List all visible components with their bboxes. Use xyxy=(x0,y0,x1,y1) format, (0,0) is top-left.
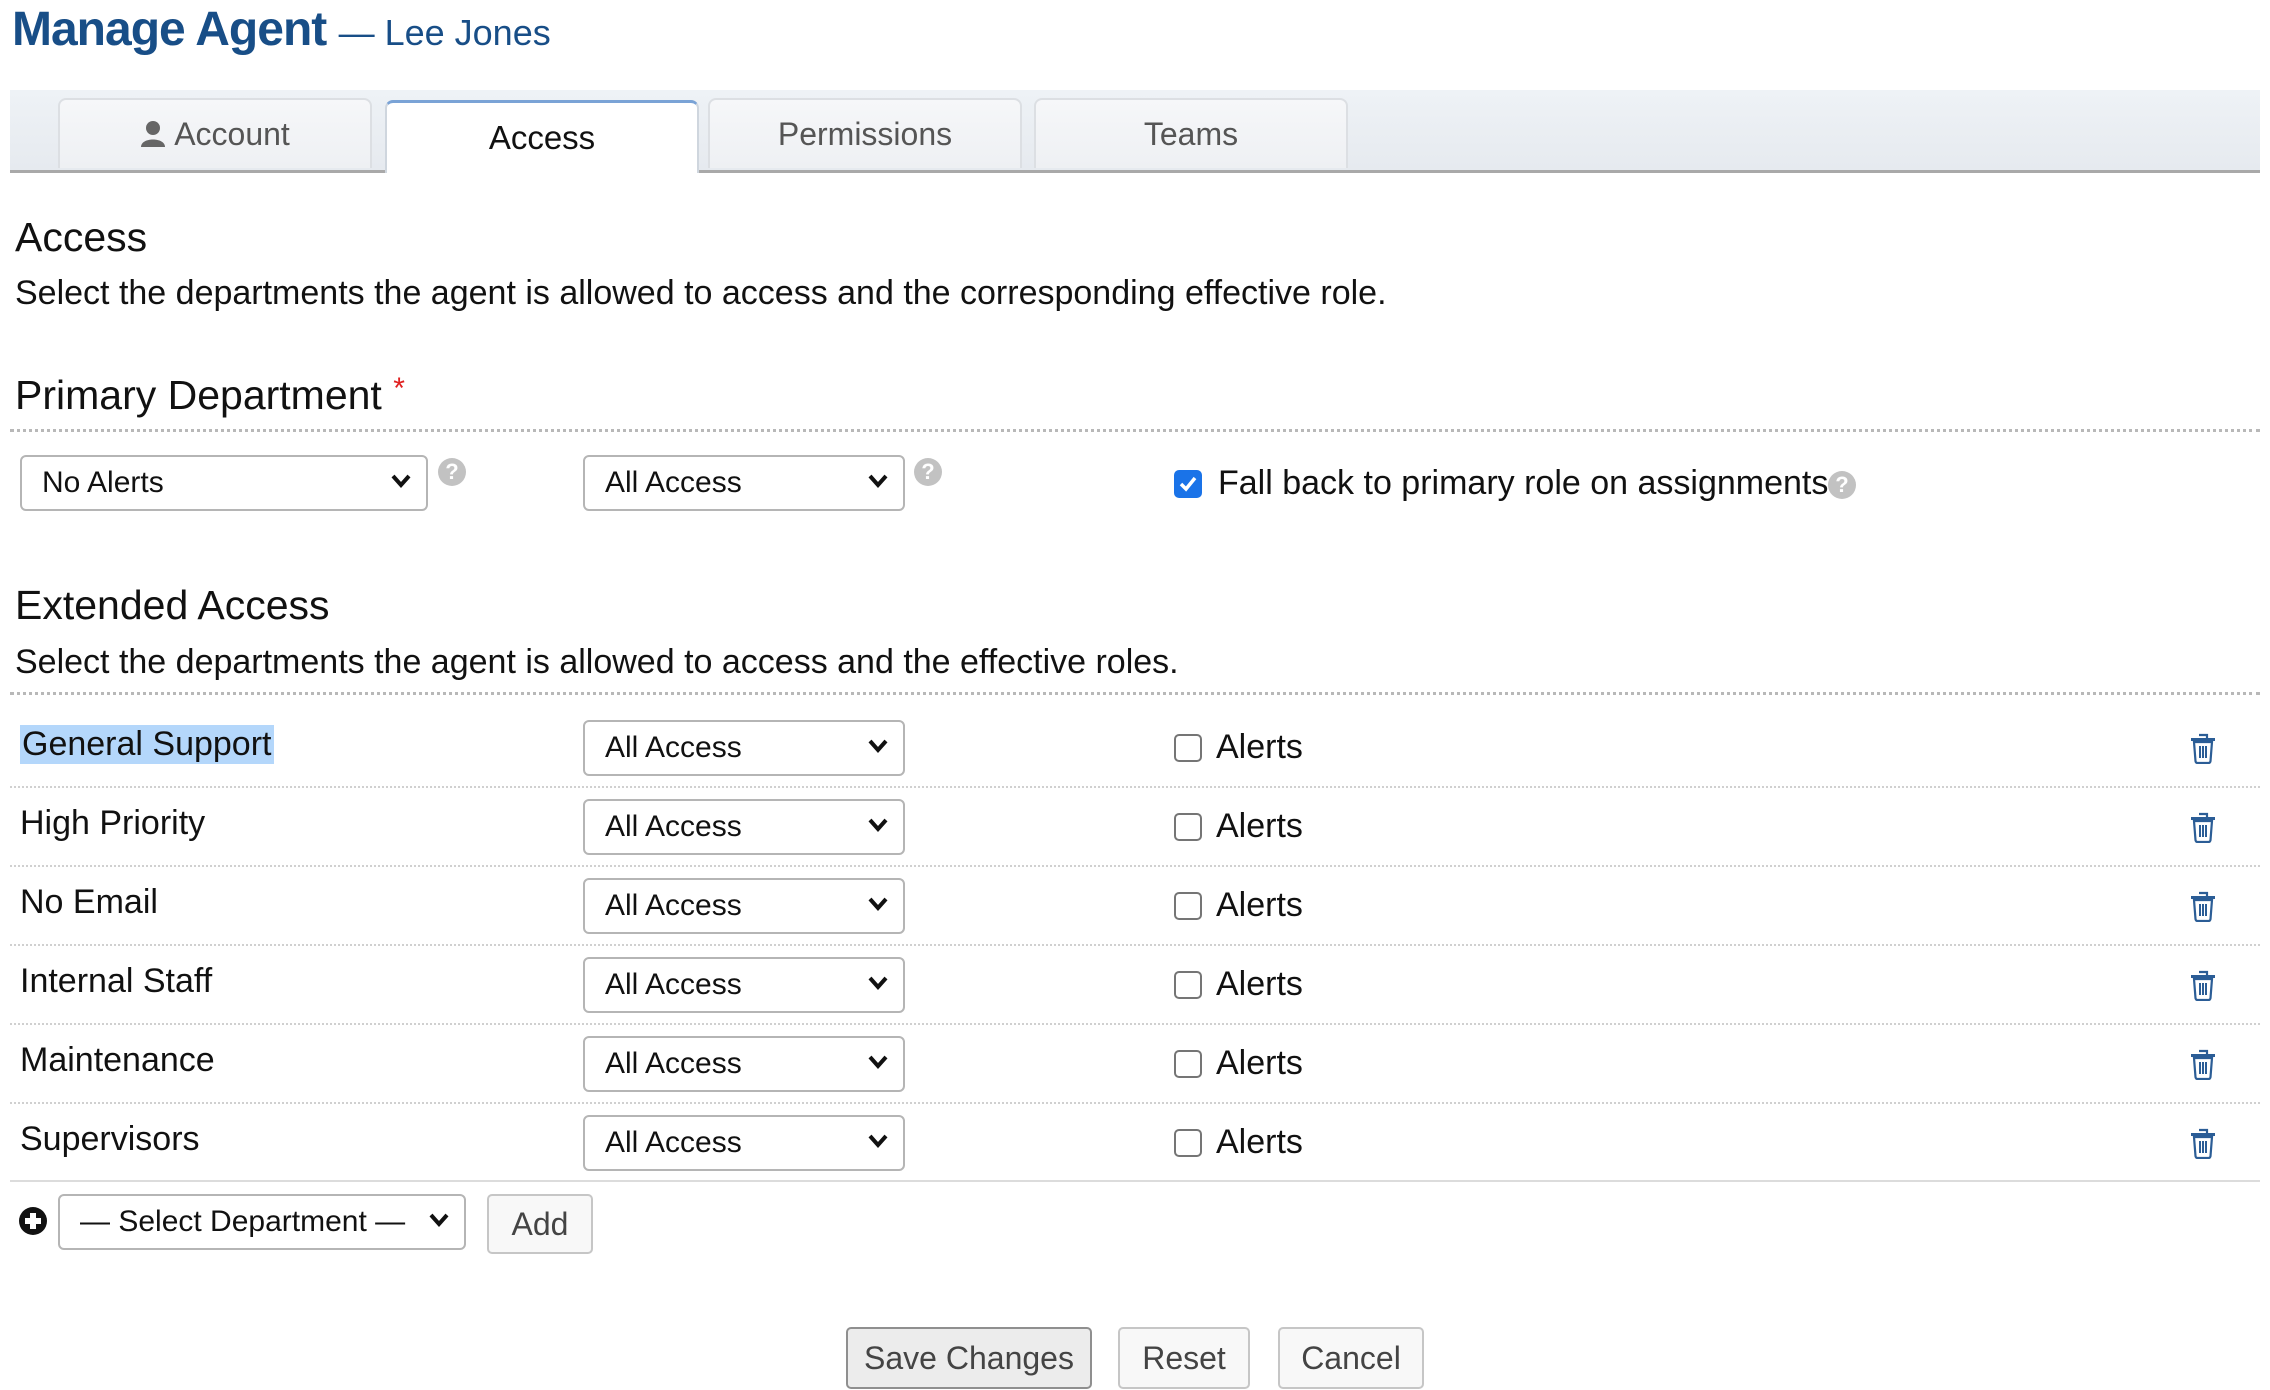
alerts-label: Alerts xyxy=(1216,965,1303,1003)
alerts-label: Alerts xyxy=(1216,886,1303,924)
alerts-label: Alerts xyxy=(1216,1044,1303,1082)
alerts-checkbox[interactable] xyxy=(1174,1129,1202,1157)
add-department-value: — Select Department — xyxy=(80,1205,406,1238)
role-value: All Access xyxy=(605,968,742,1001)
primary-department-value: No Alerts xyxy=(42,466,164,499)
alerts-checkbox[interactable] xyxy=(1174,971,1202,999)
role-select[interactable]: All Access xyxy=(583,720,905,776)
role-value: All Access xyxy=(605,731,742,764)
divider xyxy=(10,1102,2260,1104)
tab-account[interactable]: Account xyxy=(58,98,372,168)
primary-department-heading-text: Primary Department xyxy=(15,372,382,418)
divider xyxy=(10,1023,2260,1025)
fallback-label: Fall back to primary role on assignments xyxy=(1218,464,1829,502)
help-icon[interactable]: ? xyxy=(914,458,942,486)
cancel-button[interactable]: Cancel xyxy=(1278,1327,1424,1389)
chevron-down-icon xyxy=(868,897,888,912)
trash-icon[interactable] xyxy=(2190,732,2216,765)
page-title: Manage Agent — Lee Jones xyxy=(12,2,551,57)
role-select[interactable]: All Access xyxy=(583,957,905,1013)
chevron-down-icon xyxy=(429,1213,449,1228)
tab-permissions[interactable]: Permissions xyxy=(708,98,1022,168)
tab-access-label: Access xyxy=(488,119,596,156)
alerts-checkbox[interactable] xyxy=(1174,813,1202,841)
alerts-label: Alerts xyxy=(1216,728,1303,766)
role-select[interactable]: All Access xyxy=(583,1036,905,1092)
divider xyxy=(10,1180,2260,1182)
divider xyxy=(10,692,2260,695)
add-department-select[interactable]: — Select Department — xyxy=(58,1194,466,1250)
primary-role-value: All Access xyxy=(605,466,742,499)
alerts-checkbox[interactable] xyxy=(1174,1050,1202,1078)
trash-icon[interactable] xyxy=(2190,969,2216,1002)
department-name: Internal Staff xyxy=(20,962,213,1000)
reset-button[interactable]: Reset xyxy=(1118,1327,1250,1389)
checkmark-icon xyxy=(1179,476,1197,492)
department-name: Supervisors xyxy=(20,1120,200,1158)
chevron-down-icon xyxy=(868,976,888,991)
agent-name: — Lee Jones xyxy=(338,12,551,53)
role-select[interactable]: All Access xyxy=(583,799,905,855)
primary-department-heading: Primary Department * xyxy=(15,372,405,419)
alerts-checkbox[interactable] xyxy=(1174,734,1202,762)
department-name: General Support xyxy=(20,725,274,764)
department-name: High Priority xyxy=(20,804,206,842)
department-name: Maintenance xyxy=(20,1041,215,1079)
divider xyxy=(10,944,2260,946)
tab-permissions-label: Permissions xyxy=(777,115,953,152)
trash-icon[interactable] xyxy=(2190,811,2216,844)
chevron-down-icon xyxy=(868,474,888,489)
divider xyxy=(10,786,2260,788)
add-button[interactable]: Add xyxy=(487,1194,593,1254)
save-changes-button[interactable]: Save Changes xyxy=(846,1327,1092,1389)
access-description: Select the departments the agent is allo… xyxy=(15,274,1387,312)
fallback-checkbox[interactable] xyxy=(1174,470,1202,498)
tab-bar: Account Access Permissions Teams xyxy=(10,90,2260,173)
chevron-down-icon xyxy=(868,1055,888,1070)
role-value: All Access xyxy=(605,1126,742,1159)
role-select[interactable]: All Access xyxy=(583,1115,905,1171)
page-title-text: Manage Agent xyxy=(12,3,327,56)
help-icon[interactable]: ? xyxy=(438,458,466,486)
tab-teams[interactable]: Teams xyxy=(1034,98,1348,168)
primary-role-select[interactable]: All Access xyxy=(583,455,905,511)
chevron-down-icon xyxy=(868,739,888,754)
plus-circle-icon[interactable] xyxy=(18,1206,48,1236)
chevron-down-icon xyxy=(868,1134,888,1149)
chevron-down-icon xyxy=(391,474,411,489)
trash-icon[interactable] xyxy=(2190,1048,2216,1081)
tab-teams-label: Teams xyxy=(1143,115,1239,152)
extended-access-description: Select the departments the agent is allo… xyxy=(15,643,1179,681)
alerts-label: Alerts xyxy=(1216,1123,1303,1161)
divider xyxy=(10,429,2260,432)
extended-access-heading: Extended Access xyxy=(15,582,330,628)
role-value: All Access xyxy=(605,889,742,922)
tab-account-label: Account xyxy=(174,115,290,152)
department-name: No Email xyxy=(20,883,158,921)
alerts-label: Alerts xyxy=(1216,807,1303,845)
trash-icon[interactable] xyxy=(2190,890,2216,923)
divider xyxy=(10,865,2260,867)
alerts-checkbox[interactable] xyxy=(1174,892,1202,920)
access-heading: Access xyxy=(15,214,148,260)
required-marker: * xyxy=(393,372,405,405)
user-icon xyxy=(141,121,166,147)
chevron-down-icon xyxy=(868,818,888,833)
primary-department-select[interactable]: No Alerts xyxy=(20,455,428,511)
role-value: All Access xyxy=(605,810,742,843)
role-value: All Access xyxy=(605,1047,742,1080)
trash-icon[interactable] xyxy=(2190,1127,2216,1160)
tab-access[interactable]: Access xyxy=(385,100,699,173)
role-select[interactable]: All Access xyxy=(583,878,905,934)
help-icon[interactable]: ? xyxy=(1828,471,1856,499)
